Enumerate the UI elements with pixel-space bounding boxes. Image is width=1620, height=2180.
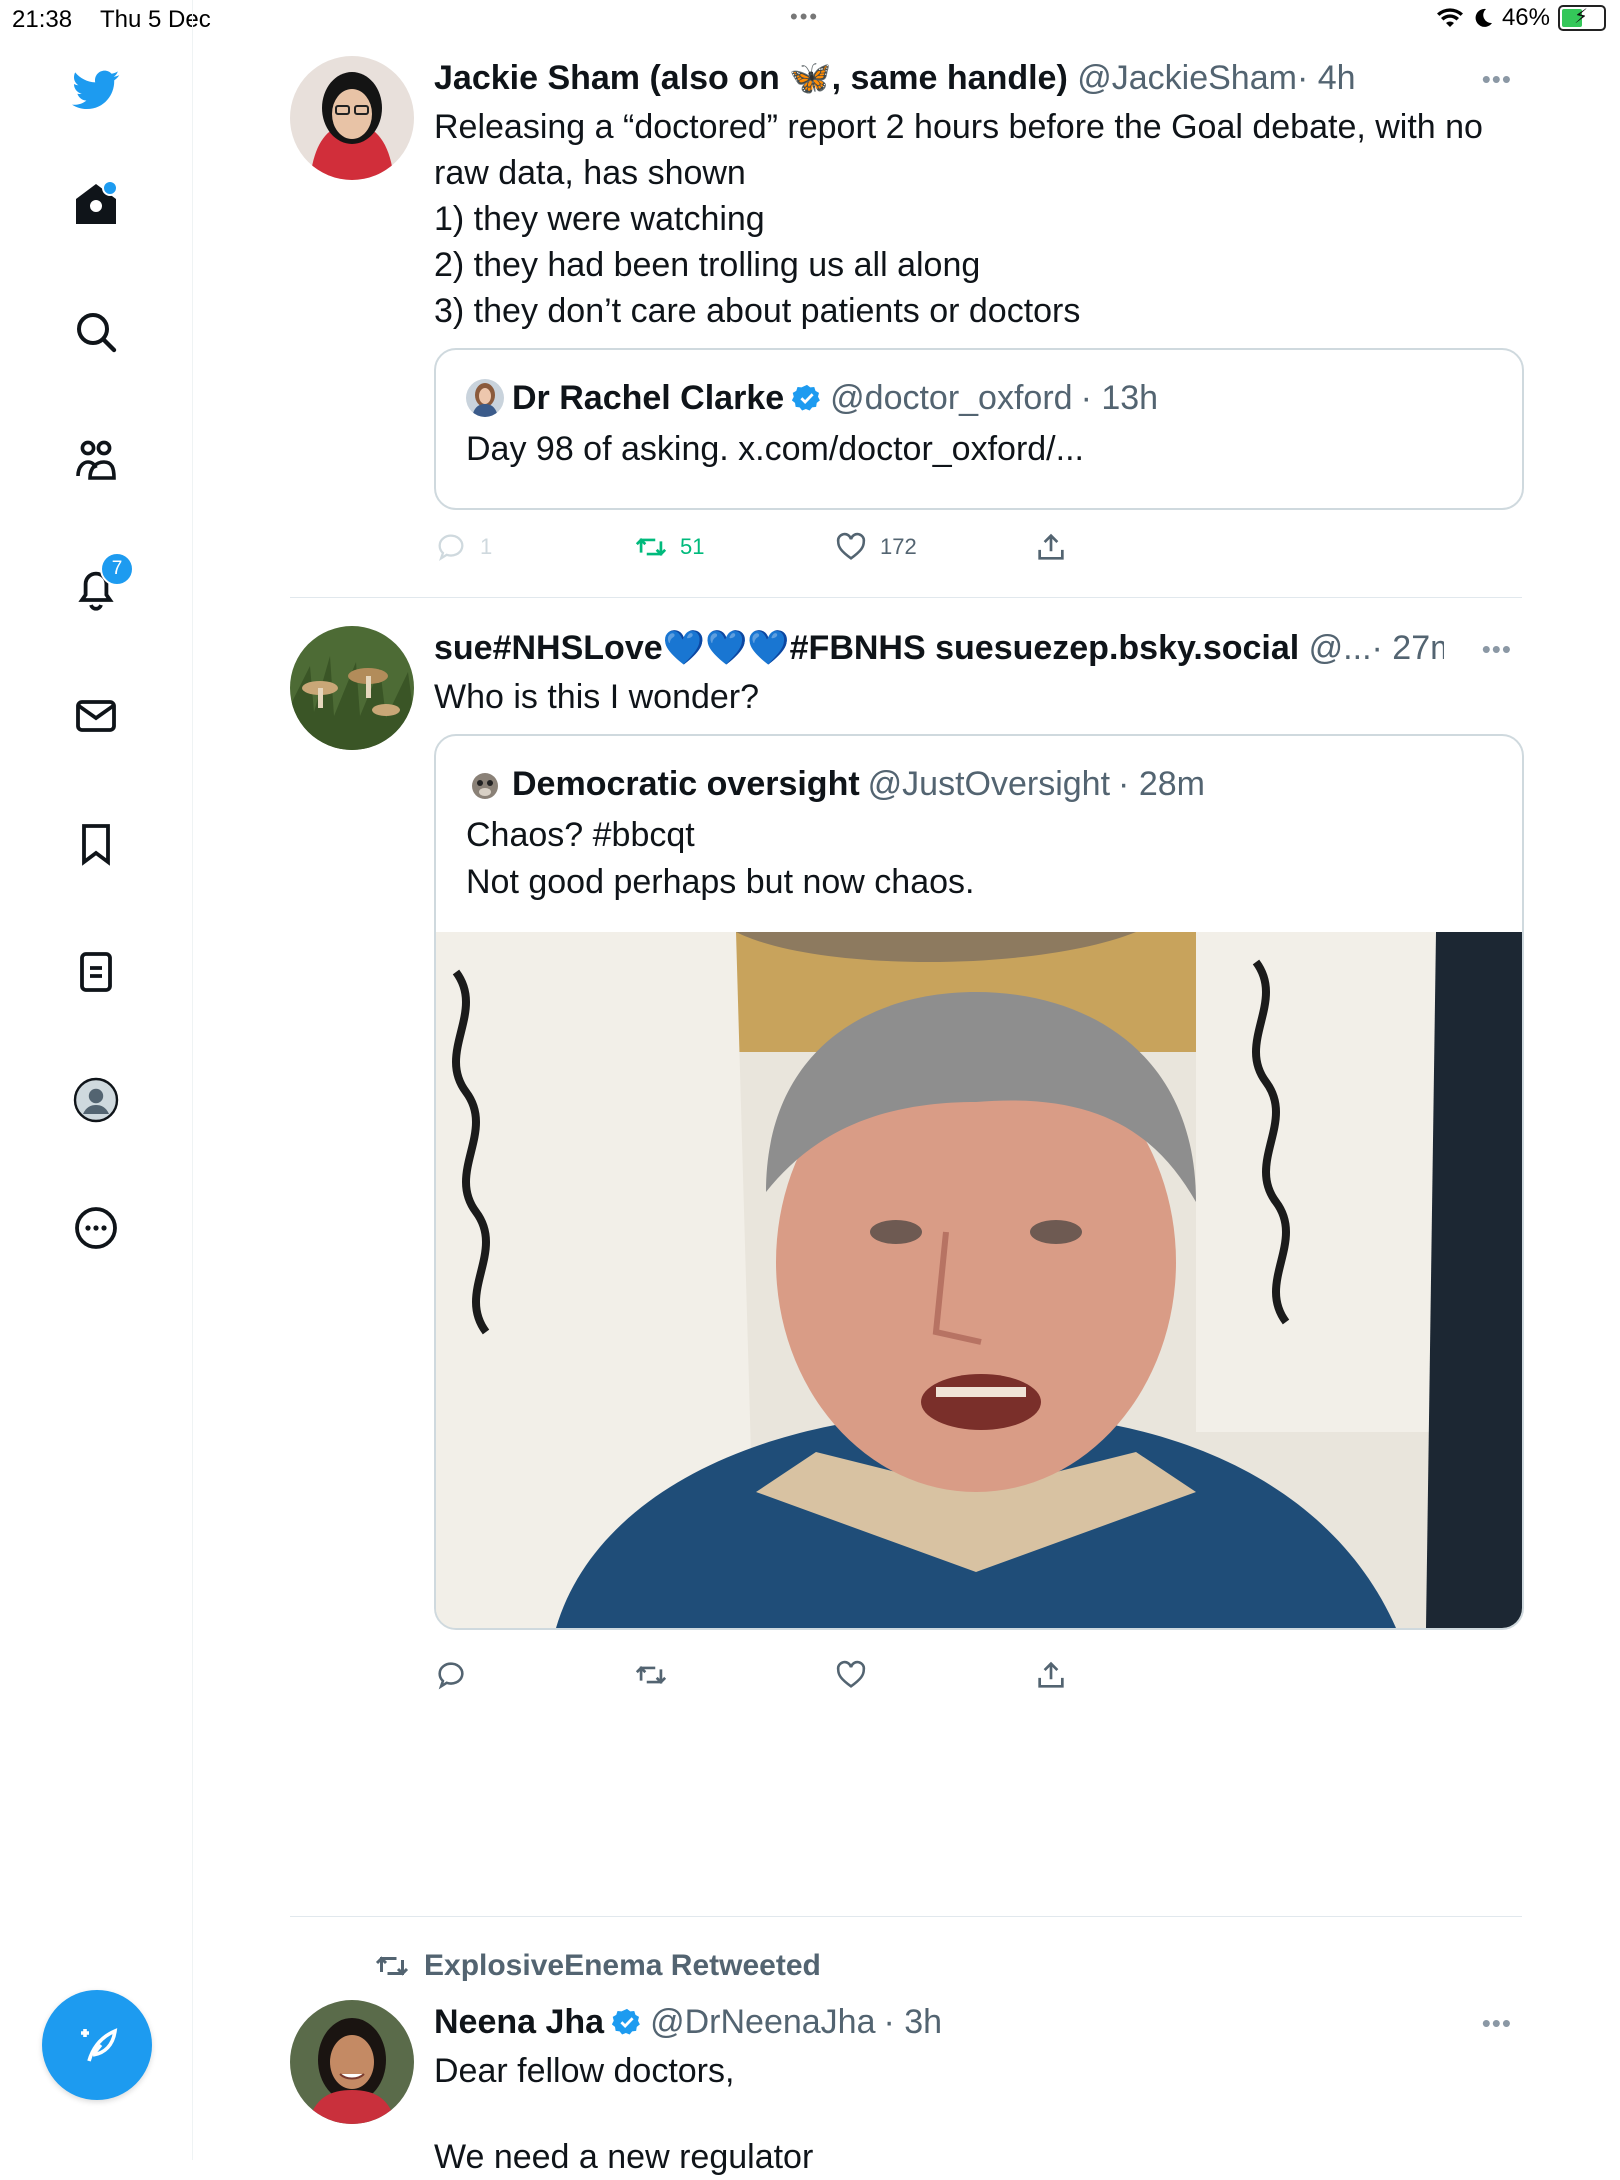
messages-envelope-icon[interactable] bbox=[70, 690, 122, 742]
tweet-text-line: 2) they had been trolling us all along bbox=[434, 246, 981, 284]
more-options-icon[interactable] bbox=[70, 1202, 122, 1254]
heart-icon bbox=[836, 532, 866, 560]
quoted-text-line: Not good perhaps but now chaos. bbox=[466, 863, 975, 901]
author-handle[interactable]: @... bbox=[1309, 629, 1372, 667]
retweet-small-icon bbox=[375, 1956, 409, 1976]
share-button[interactable] bbox=[1034, 530, 1068, 564]
retweet-button[interactable] bbox=[634, 1658, 668, 1692]
tweet-text-line: 3) they don’t care about patients or doc… bbox=[434, 292, 1081, 330]
tweet-text: Who is this I wonder? bbox=[434, 674, 1522, 720]
share-icon bbox=[1038, 1661, 1064, 1688]
profile-avatar-icon[interactable] bbox=[70, 1074, 122, 1126]
author-name[interactable]: Neena Jha bbox=[434, 2000, 604, 2044]
tweet-text-line: Dear fellow doctors, bbox=[434, 2052, 735, 2090]
avatar-jackie-sham[interactable] bbox=[290, 56, 414, 180]
tweet-text-line: raw data, has shown bbox=[434, 154, 746, 192]
quoted-tweet[interactable]: Democratic oversight @JustOversight · 28m… bbox=[434, 734, 1524, 1630]
avatar-sue-nhslove[interactable] bbox=[290, 626, 414, 750]
like-count: 172 bbox=[880, 534, 917, 559]
quoted-author-handle: @doctor_oxford bbox=[830, 379, 1073, 417]
quoted-avatar-democratic-oversight bbox=[466, 765, 504, 803]
quoted-tweet-time: · 13h bbox=[1080, 379, 1159, 417]
notifications-bell-icon[interactable]: 7 bbox=[70, 552, 134, 614]
quoted-tweet[interactable]: Dr Rachel Clarke @doctor_oxford · 13h Day… bbox=[434, 348, 1524, 510]
home-icon[interactable] bbox=[70, 178, 122, 230]
tweet-header: Jackie Sham (also on 🦋, same handle) @Ja… bbox=[434, 56, 1522, 100]
heart-icon bbox=[836, 1660, 866, 1688]
battery-icon: ⚡ bbox=[1558, 5, 1606, 31]
tweet-time[interactable]: · 3h bbox=[884, 2000, 943, 2044]
reply-count: 1 bbox=[480, 534, 493, 559]
reply-icon bbox=[438, 534, 464, 561]
tweet-text-line: We need a new regulator bbox=[434, 2138, 814, 2176]
quoted-avatar-rachel-clarke bbox=[466, 379, 504, 417]
tweet-text: Releasing a “doctored” report 2 hours be… bbox=[434, 104, 1522, 334]
retweeted-by-text: ExplosiveEnema Retweeted bbox=[424, 1949, 821, 1982]
author-name[interactable]: sue#NHSLove💙💙💙#FBNHS suesuezep.bsky.soci… bbox=[434, 629, 1299, 667]
retweeted-by-label[interactable]: ExplosiveEnema Retweeted bbox=[374, 1948, 821, 1984]
home-new-dot bbox=[102, 180, 118, 196]
author-name[interactable]: Jackie Sham (also on 🦋, same handle) bbox=[434, 59, 1068, 97]
retweet-icon bbox=[635, 1666, 667, 1684]
quoted-media-image[interactable] bbox=[436, 932, 1522, 1628]
reply-button[interactable] bbox=[434, 1658, 468, 1692]
tweet-divider bbox=[290, 1916, 1522, 1917]
tweet-header: sue#NHSLove💙💙💙#FBNHS suesuezep.bsky.soci… bbox=[434, 626, 1444, 670]
quoted-tweet-time: · 28m bbox=[1118, 765, 1205, 803]
like-button[interactable]: 172 bbox=[834, 530, 917, 564]
status-indicators: 46% ⚡ bbox=[1436, 4, 1606, 32]
tweet-actions: 1 51 172 bbox=[434, 530, 1234, 570]
status-bar: 21:38 Thu 5 Dec ••• 46% ⚡ bbox=[0, 0, 1620, 40]
battery-percentage: 46% bbox=[1501, 4, 1550, 31]
share-icon bbox=[1038, 533, 1064, 560]
tweet-more-icon[interactable]: ••• bbox=[1482, 634, 1512, 665]
tweet-divider bbox=[290, 597, 1522, 598]
verified-badge-icon bbox=[792, 384, 821, 411]
reply-icon bbox=[438, 1662, 464, 1690]
tweet-header: Neena Jha @DrNeenaJha · 3h bbox=[434, 2000, 1522, 2044]
tweet-time[interactable]: · 4h bbox=[1297, 59, 1356, 97]
compose-feather-icon bbox=[81, 2028, 118, 2062]
tweet-more-icon[interactable]: ••• bbox=[1482, 2008, 1512, 2039]
quoted-author-handle: @JustOversight bbox=[867, 765, 1111, 803]
like-button[interactable] bbox=[834, 1658, 868, 1692]
share-button[interactable] bbox=[1034, 1658, 1068, 1692]
tweet-text-line: Releasing a “doctored” report 2 hours be… bbox=[434, 108, 1483, 146]
retweet-count: 51 bbox=[680, 534, 705, 559]
tweet-more-icon[interactable]: ••• bbox=[1482, 64, 1512, 95]
retweet-icon bbox=[635, 538, 667, 556]
avatar-neena-jha[interactable] bbox=[290, 2000, 414, 2124]
tweet-text: Dear fellow doctors, We need a new regul… bbox=[434, 2048, 1522, 2180]
quoted-tweet-header: Democratic oversight @JustOversight · 28m bbox=[436, 736, 1522, 806]
tweet-actions bbox=[434, 1658, 1234, 1698]
wifi-icon bbox=[1436, 8, 1463, 27]
quoted-author-name: Democratic oversight bbox=[512, 765, 860, 803]
communities-icon[interactable] bbox=[70, 434, 122, 486]
author-handle[interactable]: @JackieSham bbox=[1077, 59, 1297, 97]
reply-button[interactable]: 1 bbox=[434, 530, 492, 564]
tweet-text-line bbox=[434, 2094, 1522, 2134]
quoted-tweet-header: Dr Rachel Clarke @doctor_oxford · 13h bbox=[436, 350, 1522, 420]
author-handle[interactable]: @DrNeenaJha bbox=[650, 2000, 875, 2044]
quoted-tweet-text: Chaos? #bbcqt Not good perhaps but now c… bbox=[436, 806, 1522, 906]
lists-icon[interactable] bbox=[70, 946, 122, 998]
tweet-text-line: 1) they were watching bbox=[434, 200, 765, 238]
compose-tweet-button[interactable] bbox=[42, 1990, 152, 2100]
notifications-badge: 7 bbox=[100, 552, 134, 586]
tweet-time[interactable]: · 27m bbox=[1372, 629, 1444, 667]
quoted-author-name: Dr Rachel Clarke bbox=[512, 379, 785, 417]
multitasking-dots[interactable]: ••• bbox=[790, 4, 819, 30]
search-icon[interactable] bbox=[70, 306, 122, 358]
quoted-text-line: Chaos? #bbcqt bbox=[466, 816, 695, 854]
quoted-tweet-text: Day 98 of asking. x.com/doctor_oxford/..… bbox=[466, 430, 1084, 468]
sidebar: 7 bbox=[0, 0, 193, 2160]
bookmark-icon[interactable] bbox=[70, 818, 122, 870]
moon-icon bbox=[1475, 8, 1492, 27]
retweet-button[interactable]: 51 bbox=[634, 530, 704, 564]
tweet-text-line: Who is this I wonder? bbox=[434, 678, 760, 716]
verified-badge-icon bbox=[612, 2008, 640, 2035]
twitter-logo-icon[interactable] bbox=[70, 64, 122, 116]
